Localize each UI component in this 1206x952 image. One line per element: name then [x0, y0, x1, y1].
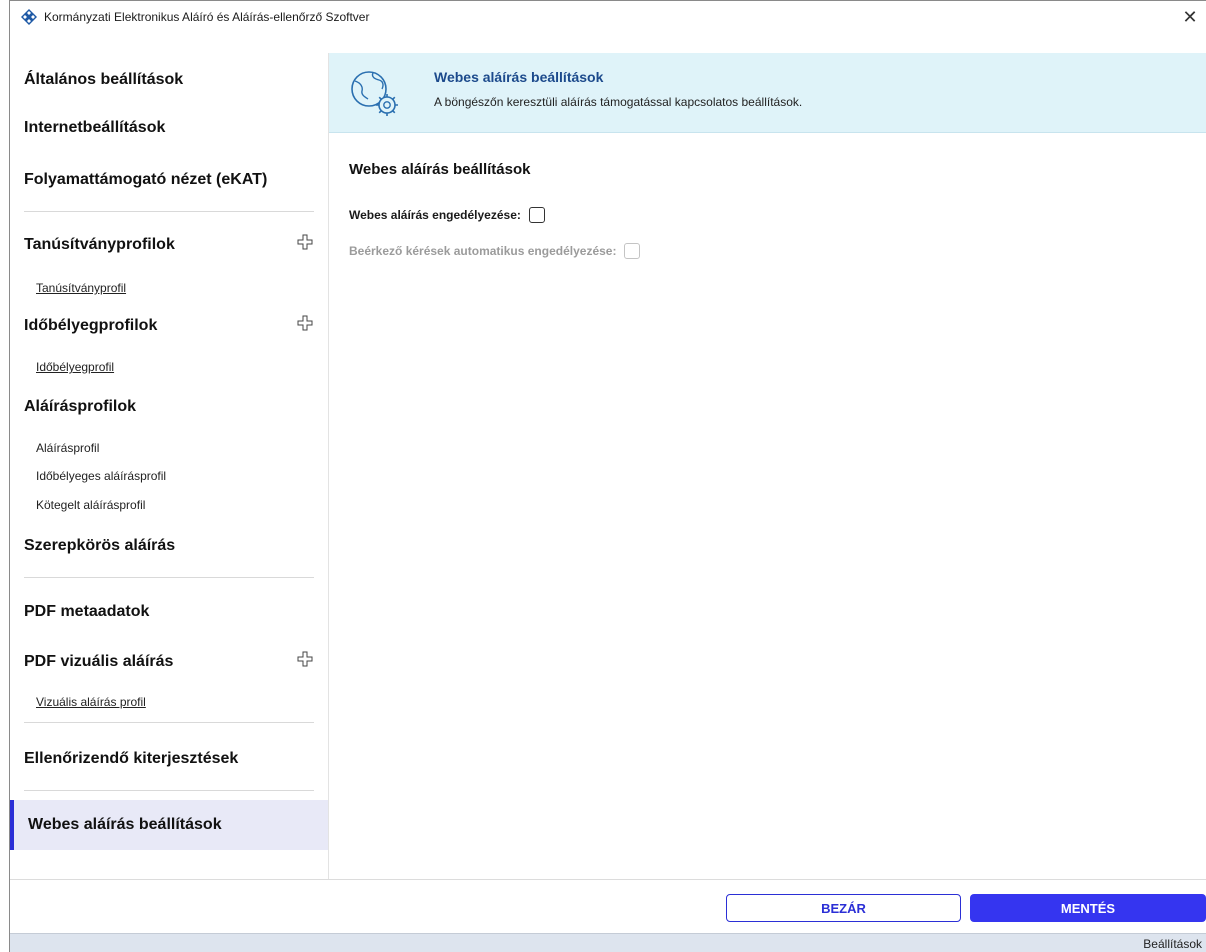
status-bar: Beállítások [10, 933, 1206, 952]
auto-approve-checkbox [624, 243, 641, 259]
nav-pdf-metadata[interactable]: PDF metaadatok [24, 603, 149, 621]
close-window-button[interactable]: ✕ [1178, 5, 1202, 29]
nav-batch-signature-profile[interactable]: Kötegelt aláírásprofil [36, 498, 145, 512]
nav-separator [24, 577, 314, 578]
add-visual-signature-profile-icon[interactable] [297, 651, 313, 667]
enable-web-signature-label: Webes aláírás engedélyezése: [349, 208, 521, 222]
title-bar: Kormányzati Elektronikus Aláíró és Aláír… [10, 1, 1206, 33]
app-logo-icon [21, 9, 37, 25]
nav-web-signature-settings-label: Webes aláírás beállítások [28, 816, 222, 833]
nav-timestamped-signature-profile[interactable]: Időbélyeges aláírásprofil [36, 469, 166, 483]
nav-pdf-visual-signature[interactable]: PDF vizuális aláírás [24, 653, 173, 671]
nav-separator [24, 790, 314, 791]
nav-separator [24, 722, 314, 723]
status-text: Beállítások [1143, 937, 1202, 951]
nav-internet[interactable]: Internetbeállítások [24, 119, 165, 137]
nav-cert-profile-item[interactable]: Tanúsítványprofil [36, 281, 126, 295]
nav-signature-profiles[interactable]: Aláírásprofilok [24, 398, 136, 416]
close-button[interactable]: BEZÁR [726, 894, 961, 922]
auto-approve-label: Beérkező kérések automatikus engedélyezé… [349, 244, 617, 258]
nav-visual-signature-profile[interactable]: Vizuális aláírás profil [36, 695, 146, 709]
nav-extensions[interactable]: Ellenőrizendő kiterjesztések [24, 750, 238, 768]
banner-title: Webes aláírás beállítások [434, 69, 604, 85]
add-timestamp-profile-icon[interactable] [297, 315, 313, 331]
nav-ekat[interactable]: Folyamattámogató nézet (eKAT) [24, 171, 267, 189]
nav-signature-profile-item[interactable]: Aláírásprofil [36, 441, 99, 455]
nav-timestamp-profile-item[interactable]: Időbélyegprofil [36, 360, 114, 374]
settings-window: Kormányzati Elektronikus Aláíró és Aláír… [9, 0, 1206, 952]
add-cert-profile-icon[interactable] [297, 234, 313, 250]
enable-web-signature-checkbox[interactable] [528, 207, 545, 223]
save-button[interactable]: MENTÉS [970, 894, 1206, 922]
nav-timestamp-profiles[interactable]: Időbélyegprofilok [24, 317, 157, 335]
header-banner: Webes aláírás beállítások A böngészőn ke… [329, 53, 1206, 133]
nav-cert-profiles[interactable]: Tanúsítványprofilok [24, 236, 175, 254]
enable-web-signature-row: Webes aláírás engedélyezése: [349, 207, 545, 223]
window-title: Kormányzati Elektronikus Aláíró és Aláír… [44, 10, 370, 24]
auto-approve-row: Beérkező kérések automatikus engedélyezé… [349, 243, 641, 259]
nav-general[interactable]: Általános beállítások [24, 71, 183, 89]
nav-web-signature-settings[interactable]: Webes aláírás beállítások [10, 800, 328, 850]
dialog-footer: BEZÁR MENTÉS [10, 879, 1206, 933]
nav-role-signature[interactable]: Szerepkörös aláírás [24, 537, 175, 555]
section-title: Webes aláírás beállítások [349, 161, 531, 178]
globe-gear-icon [351, 71, 398, 116]
close-icon: ✕ [1182, 6, 1198, 27]
nav-separator [24, 211, 314, 212]
main-panel: Webes aláírás beállítások A böngészőn ke… [329, 53, 1206, 879]
banner-description: A böngészőn keresztüli aláírás támogatás… [434, 95, 803, 109]
settings-sidebar: Általános beállítások Internetbeállításo… [10, 53, 328, 879]
